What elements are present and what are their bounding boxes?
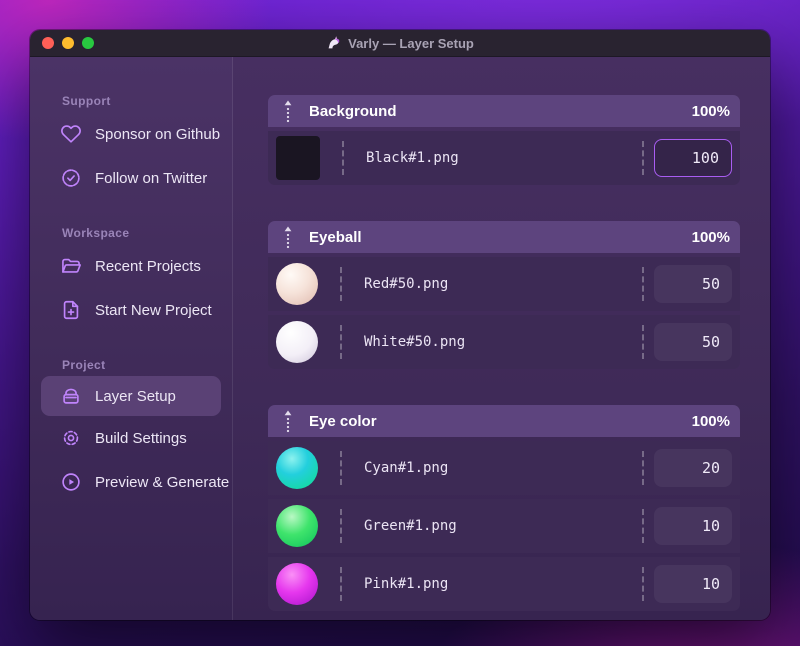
zoom-window-button[interactable] — [82, 37, 94, 49]
sidebar-item-layer-setup[interactable]: Layer Setup — [41, 376, 221, 416]
layer-group-percent: 100% — [691, 102, 730, 120]
app-window: Varly — Layer Setup Support Sponsor on G… — [30, 30, 770, 620]
layer-row: White#50.png — [268, 315, 740, 369]
dashed-divider — [340, 567, 342, 601]
layer-thumbnail — [276, 563, 318, 605]
layer-setup-panel: Background 100% Black#1.png 100 Eyeball … — [233, 57, 770, 620]
layer-thumbnail — [276, 505, 318, 547]
layer-group-eye-color: Eye color 100% Cyan#1.png Green#1.png — [268, 405, 740, 611]
sidebar-item-sponsor-github[interactable]: Sponsor on Github — [30, 112, 232, 156]
sidebar-item-label: Build Settings — [95, 429, 187, 447]
layer-group-title: Eyeball — [309, 228, 362, 246]
layer-group-percent: 100% — [691, 228, 730, 246]
sidebar: Support Sponsor on Github Follow on Twit… — [30, 57, 233, 620]
layer-thumbnail — [276, 263, 318, 305]
sidebar-item-recent-projects[interactable]: Recent Projects — [30, 244, 232, 288]
dashed-divider — [642, 141, 644, 175]
heart-icon — [60, 123, 82, 145]
window-body: Support Sponsor on Github Follow on Twit… — [30, 57, 770, 620]
layer-group-title: Background — [309, 102, 397, 120]
layer-row: Red#50.png — [268, 257, 740, 311]
layer-group-header: Eyeball 100% — [268, 221, 740, 253]
layer-thumbnail — [276, 136, 320, 180]
layer-weight-input[interactable] — [654, 565, 732, 603]
dashed-divider — [340, 509, 342, 543]
titlebar-title-area: Varly — Layer Setup — [30, 30, 770, 56]
layer-row: Pink#1.png — [268, 557, 740, 611]
layer-filename: Pink#1.png — [364, 576, 449, 592]
sidebar-item-start-new-project[interactable]: Start New Project — [30, 288, 232, 332]
sidebar-section-support: Support — [62, 94, 111, 108]
window-titlebar[interactable]: Varly — Layer Setup — [30, 30, 770, 57]
layer-weight-input[interactable] — [654, 265, 732, 303]
dashed-divider — [340, 325, 342, 359]
dashed-divider — [342, 141, 344, 175]
sidebar-section-workspace: Workspace — [62, 226, 130, 240]
sidebar-item-label: Start New Project — [95, 301, 212, 319]
minimize-window-button[interactable] — [62, 37, 74, 49]
close-window-button[interactable] — [42, 37, 54, 49]
layer-row: Cyan#1.png — [268, 441, 740, 495]
layer-group-eyeball: Eyeball 100% Red#50.png White#50.png — [268, 221, 740, 369]
layer-filename: Cyan#1.png — [364, 460, 449, 476]
layer-filename: Red#50.png — [364, 276, 449, 292]
window-title: Varly — Layer Setup — [348, 35, 474, 51]
sidebar-item-label: Recent Projects — [95, 257, 201, 275]
dashed-divider — [642, 509, 644, 543]
layer-group-header: Eye color 100% — [268, 405, 740, 437]
dashed-divider — [642, 451, 644, 485]
layer-weight-input[interactable] — [654, 139, 732, 177]
dashed-divider — [340, 451, 342, 485]
drag-handle-icon[interactable] — [283, 409, 293, 433]
dashed-divider — [340, 267, 342, 301]
layer-thumbnail — [276, 321, 318, 363]
layer-row: Black#1.png — [268, 131, 740, 185]
layer-weight-input[interactable] — [654, 323, 732, 361]
unicorn-app-icon — [326, 35, 342, 51]
layer-filename: Black#1.png — [366, 150, 459, 166]
sidebar-item-label: Layer Setup — [95, 387, 176, 405]
sidebar-item-label: Sponsor on Github — [95, 125, 221, 143]
layer-row: Green#1.png — [268, 499, 740, 553]
gear-icon — [60, 427, 82, 449]
layer-box-icon — [60, 385, 82, 407]
layer-filename: White#50.png — [364, 334, 466, 350]
layer-group-title: Eye color — [309, 412, 377, 430]
desktop-wallpaper: Varly — Layer Setup Support Sponsor on G… — [0, 0, 800, 646]
sidebar-item-preview-generate[interactable]: Preview & Generate — [30, 460, 232, 504]
layer-filename: Green#1.png — [364, 518, 457, 534]
sidebar-item-follow-twitter[interactable]: Follow on Twitter — [30, 156, 232, 200]
layer-weight-input[interactable] — [654, 449, 732, 487]
sidebar-section-project: Project — [62, 358, 106, 372]
verified-badge-icon — [60, 167, 82, 189]
sidebar-item-build-settings[interactable]: Build Settings — [30, 416, 232, 460]
layer-group-percent: 100% — [691, 412, 730, 430]
drag-handle-icon[interactable] — [283, 99, 293, 123]
sidebar-item-label: Follow on Twitter — [95, 169, 208, 187]
layer-weight-input[interactable] — [654, 507, 732, 545]
layer-thumbnail — [276, 447, 318, 489]
file-plus-icon — [60, 299, 82, 321]
dashed-divider — [642, 267, 644, 301]
play-circle-icon — [60, 471, 82, 493]
sidebar-item-label: Preview & Generate — [95, 473, 230, 491]
dashed-divider — [642, 325, 644, 359]
layer-group-background: Background 100% Black#1.png — [268, 95, 740, 185]
folder-open-icon — [60, 255, 82, 277]
drag-handle-icon[interactable] — [283, 225, 293, 249]
dashed-divider — [642, 567, 644, 601]
traffic-lights — [42, 37, 94, 49]
layer-group-header: Background 100% — [268, 95, 740, 127]
